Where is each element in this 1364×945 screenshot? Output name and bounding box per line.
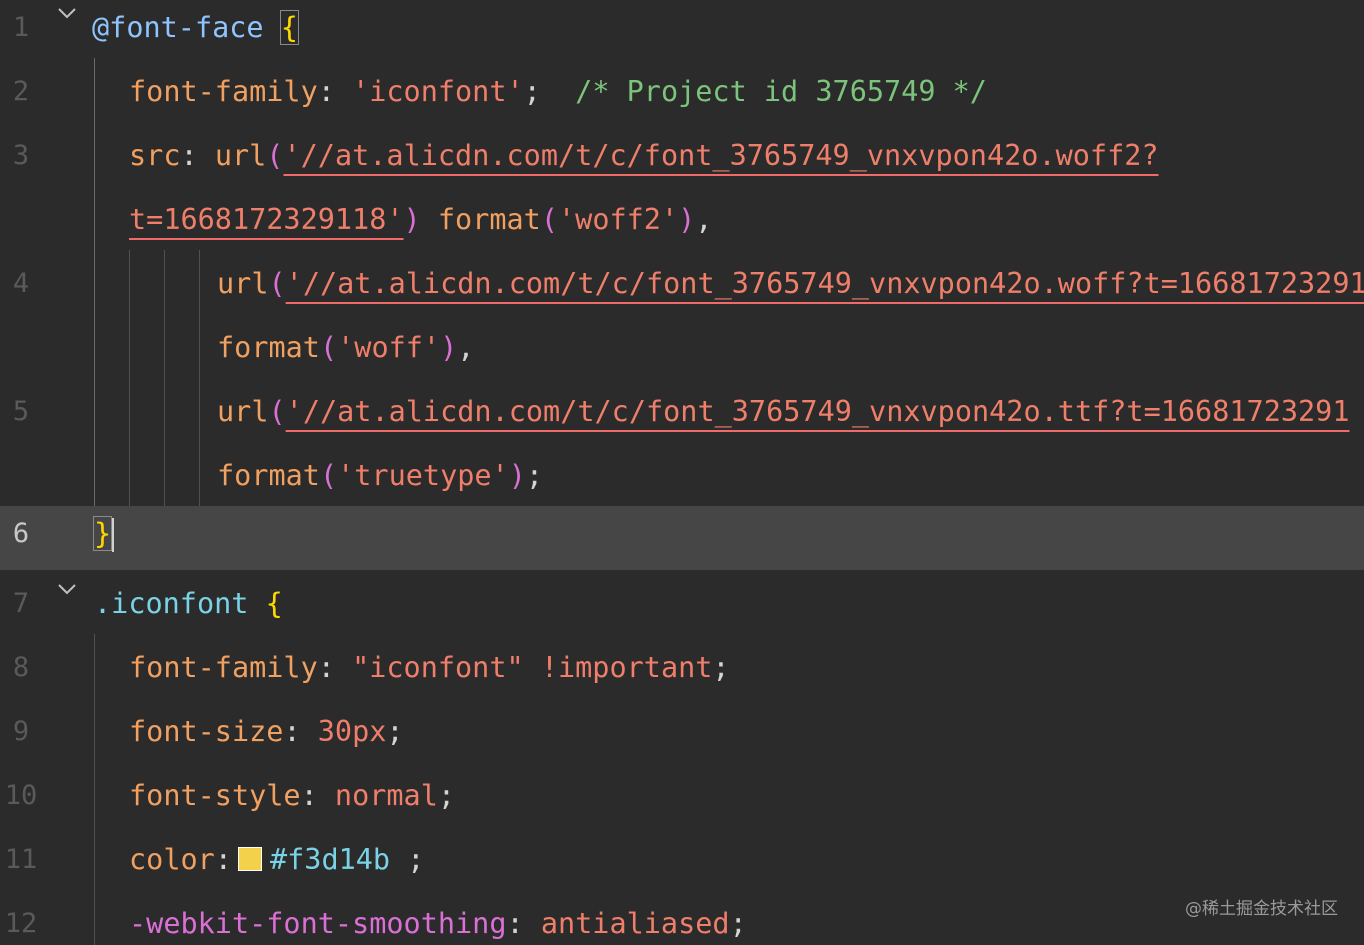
string: 'woff': [337, 331, 441, 364]
code-line[interactable]: 4 url('//at.alicdn.com/t/c/font_3765749_…: [0, 256, 1364, 320]
code-content: @font-face {: [92, 0, 299, 64]
chevron-down-icon[interactable]: [56, 582, 78, 596]
function: url: [214, 139, 267, 172]
function: url: [217, 395, 269, 428]
code-line[interactable]: 3 src: url('//at.alicdn.com/t/c/font_376…: [0, 128, 1364, 192]
line-number: 6: [12, 518, 30, 549]
code-line[interactable]: 5 url('//at.alicdn.com/t/c/font_3765749_…: [0, 384, 1364, 448]
code-content: font-family: 'iconfont'; /* Project id 3…: [129, 75, 987, 108]
at-rule: @font-face: [92, 11, 264, 44]
line-number: 7: [12, 588, 30, 619]
string: 'iconfont': [352, 75, 524, 108]
code-content: format('woff'),: [217, 331, 475, 364]
code-line-wrap[interactable]: format('truetype');: [0, 448, 1364, 512]
url-string: t=1668172329118': [129, 203, 404, 236]
property: font-family: [129, 75, 318, 108]
code-line[interactable]: 10 font-style: normal;: [0, 768, 1364, 832]
line-number: 2: [12, 76, 30, 107]
number: 30px: [317, 715, 387, 748]
code-content: url('//at.alicdn.com/t/c/font_3765749_vn…: [217, 395, 1350, 428]
code-content: font-size: 30px;: [129, 715, 404, 748]
code-line[interactable]: 2 font-family: 'iconfont'; /* Project id…: [0, 64, 1364, 128]
color-swatch-icon[interactable]: [237, 847, 262, 871]
text-cursor: [112, 518, 115, 552]
string: 'woff2': [558, 203, 679, 236]
code-line[interactable]: 9 font-size: 30px;: [0, 704, 1364, 768]
chevron-down-icon[interactable]: [56, 6, 78, 20]
line-number: 11: [4, 844, 38, 875]
property: font-style: [129, 779, 301, 812]
vendor-property: -webkit-font-smoothing: [129, 907, 507, 940]
line-number: 3: [12, 140, 30, 171]
line-number: [0, 192, 42, 256]
line-number: [0, 320, 42, 384]
function: url: [217, 267, 269, 300]
code-content: font-style: normal;: [129, 779, 456, 812]
code-content: -webkit-font-smoothing: antialiased;: [129, 907, 747, 940]
string: "iconfont": [352, 651, 524, 684]
line-number: 5: [12, 396, 30, 427]
code-content: color: #f3d14b ;: [129, 843, 425, 876]
code-content: }: [92, 506, 115, 570]
line-number: 10: [4, 780, 38, 811]
code-editor[interactable]: 1 @font-face { 2 font-family: 'iconfont'…: [0, 0, 1364, 945]
string: 'truetype': [337, 459, 509, 492]
url-string: '//at.alicdn.com/t/c/font_3765749_vnxvpo…: [283, 139, 1159, 172]
url-string: '//at.alicdn.com/t/c/font_3765749_vnxvpo…: [285, 267, 1364, 300]
code-line-wrap[interactable]: format('woff'),: [0, 320, 1364, 384]
selector: .iconfont: [94, 587, 249, 620]
code-line[interactable]: 8 font-family: "iconfont" !important;: [0, 640, 1364, 704]
watermark: @稀土掘金技术社区: [1185, 899, 1338, 919]
property: font-family: [129, 651, 318, 684]
function: format: [217, 459, 320, 492]
url-string: '//at.alicdn.com/t/c/font_3765749_vnxvpo…: [285, 395, 1350, 428]
code-line[interactable]: 12 -webkit-font-smoothing: antialiased;: [0, 896, 1364, 945]
important-keyword: !important: [523, 651, 713, 684]
code-line[interactable]: 1 @font-face {: [0, 0, 1364, 64]
property: color: [129, 843, 215, 876]
code-content: format('truetype');: [217, 459, 544, 492]
brace: {: [279, 10, 299, 45]
code-content: .iconfont {: [94, 576, 283, 640]
line-number: 1: [12, 12, 30, 43]
brace: {: [265, 587, 283, 620]
code-content: src: url('//at.alicdn.com/t/c/font_37657…: [129, 139, 1159, 172]
line-number: 8: [12, 652, 30, 683]
hex-color: #f3d14b: [269, 843, 391, 876]
code-line-wrap[interactable]: t=1668172329118') format('woff2'),: [0, 192, 1364, 256]
code-line[interactable]: 11 color: #f3d14b ;: [0, 832, 1364, 896]
line-number: 12: [4, 908, 38, 939]
line-number: [0, 448, 42, 512]
function: format: [217, 331, 320, 364]
comment: /* Project id 3765749 */: [540, 75, 987, 108]
line-number: 4: [12, 268, 30, 299]
code-line[interactable]: 7 .iconfont {: [0, 576, 1364, 640]
code-content: font-family: "iconfont" !important;: [129, 651, 730, 684]
brace: }: [92, 516, 113, 551]
property: src: [129, 139, 181, 172]
value: normal: [334, 779, 438, 812]
line-number: 9: [12, 716, 30, 747]
value: antialiased: [540, 907, 730, 940]
property: font-size: [129, 715, 284, 748]
code-line-active[interactable]: 6 }: [0, 506, 1364, 570]
code-content: url('//at.alicdn.com/t/c/font_3765749_vn…: [217, 256, 1364, 320]
function: format: [437, 203, 541, 236]
code-content: t=1668172329118') format('woff2'),: [129, 203, 713, 236]
